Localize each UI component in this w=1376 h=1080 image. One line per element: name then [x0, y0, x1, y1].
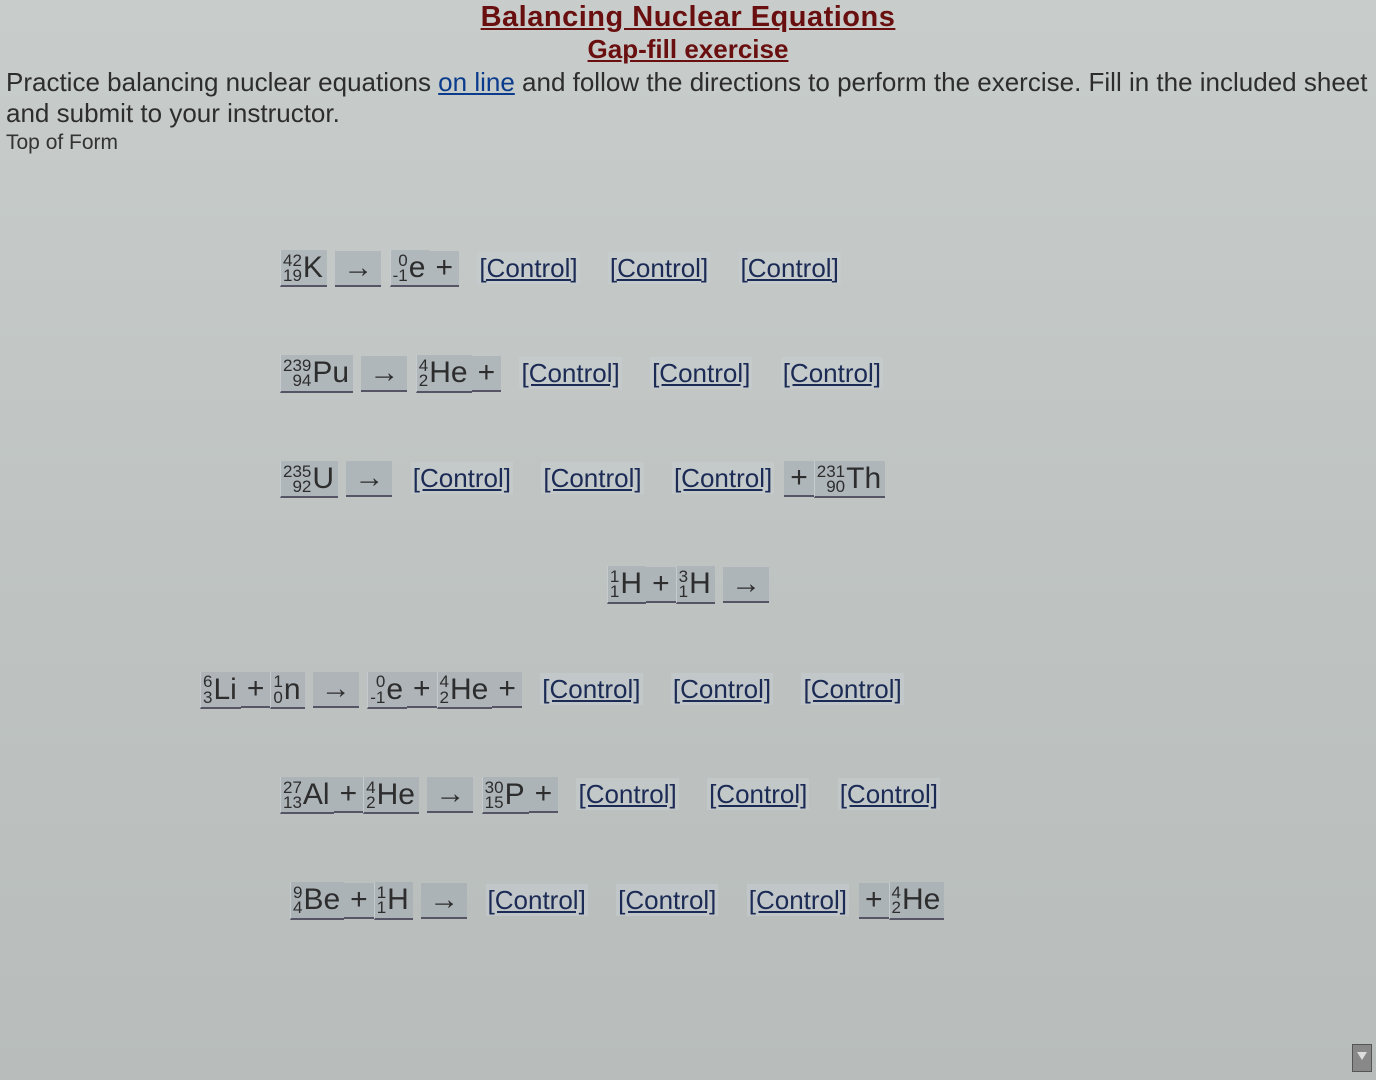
equation-row: 2713Al + 42He → 3015P + [Control] [Contr… [280, 777, 1336, 814]
plus-op: + [646, 567, 676, 603]
isotope-Be: 94Be [290, 882, 344, 919]
top-of-form-label: Top of Form [0, 129, 1376, 155]
isotope-Li: 63Li [200, 672, 241, 709]
isotope-U: 23592U [280, 461, 338, 498]
page-title[interactable]: Balancing Nuclear Equations [481, 1, 896, 33]
arrow-icon: → [421, 883, 467, 919]
control-placeholder[interactable]: [Control] [671, 673, 773, 705]
control-placeholder[interactable]: [Control] [519, 357, 621, 389]
equation-row: 63Li + 10n → 0-1e + 42He + [Control] [Co… [200, 672, 1336, 709]
instr-part1: Practice balancing nuclear equations [6, 67, 438, 97]
control-placeholder[interactable]: [Control] [616, 884, 718, 916]
page-subtitle[interactable]: Gap-fill exercise [588, 34, 789, 64]
instructions: Practice balancing nuclear equations on … [0, 65, 1376, 129]
isotope-P: 3015P [482, 777, 529, 814]
isotope-e: 0-1e [390, 250, 430, 287]
equation-row: 11H + 31H → [40, 566, 1336, 603]
isotope-He: 42He [437, 672, 493, 709]
plus-op: + [784, 461, 814, 497]
equation-row: 23592U → [Control] [Control] [Control] +… [280, 461, 1336, 498]
isotope-Al: 2713Al [280, 777, 334, 814]
control-placeholder[interactable]: [Control] [576, 778, 678, 810]
control-placeholder[interactable]: [Control] [739, 252, 841, 284]
online-link[interactable]: on line [438, 67, 515, 97]
control-placeholder[interactable]: [Control] [541, 462, 643, 494]
control-placeholder[interactable]: [Control] [747, 884, 849, 916]
plus-op: + [859, 883, 889, 919]
isotope-Pu: 23994Pu [280, 355, 353, 392]
equation-row: 23994Pu → 42He + [Control] [Control] [Co… [280, 355, 1336, 392]
control-placeholder[interactable]: [Control] [540, 673, 642, 705]
control-placeholder[interactable]: [Control] [486, 884, 588, 916]
plus-op: + [344, 883, 374, 919]
plus-op: + [334, 777, 364, 813]
arrow-icon: → [335, 251, 381, 287]
isotope-Th: 23190Th [814, 461, 885, 498]
isotope-He: 42He [889, 882, 945, 919]
arrow-icon: → [723, 567, 769, 603]
control-placeholder[interactable]: [Control] [672, 462, 774, 494]
control-placeholder[interactable]: [Control] [707, 778, 809, 810]
arrow-icon: → [361, 356, 407, 392]
arrow-icon: → [313, 672, 359, 708]
plus-op: + [429, 251, 459, 287]
plus-op: + [407, 672, 437, 708]
plus-op: + [241, 672, 271, 708]
control-placeholder[interactable]: [Control] [781, 357, 883, 389]
control-placeholder[interactable]: [Control] [838, 778, 940, 810]
control-placeholder[interactable]: [Control] [411, 462, 513, 494]
isotope-H: 11H [607, 566, 646, 603]
arrow-icon: → [346, 461, 392, 497]
scrollbar-down-icon[interactable] [1352, 1044, 1372, 1072]
isotope-H: 11H [374, 882, 413, 919]
control-placeholder[interactable]: [Control] [650, 357, 752, 389]
isotope-n: 10n [270, 672, 304, 709]
control-placeholder[interactable]: [Control] [801, 673, 903, 705]
header: Balancing Nuclear Equations Gap-fill exe… [0, 0, 1376, 65]
isotope-H: 31H [676, 566, 715, 603]
isotope-He: 42He [416, 355, 472, 392]
control-placeholder[interactable]: [Control] [608, 252, 710, 284]
equation-row: 4219K → 0-1e + [Control] [Control] [Cont… [280, 250, 1336, 287]
plus-op: + [492, 672, 522, 708]
isotope-He: 42He [363, 777, 419, 814]
arrow-icon: → [427, 777, 473, 813]
plus-op: + [529, 777, 559, 813]
isotope-e: 0-1e [367, 672, 407, 709]
control-placeholder[interactable]: [Control] [477, 252, 579, 284]
isotope-K: 4219K [280, 250, 327, 287]
worksheet-canvas: Balancing Nuclear Equations Gap-fill exe… [0, 0, 1376, 1080]
plus-op: + [472, 356, 502, 392]
equations-area: 4219K → 0-1e + [Control] [Control] [Cont… [0, 250, 1376, 988]
equation-row: 94Be + 11H → [Control] [Control] [Contro… [290, 882, 1336, 919]
